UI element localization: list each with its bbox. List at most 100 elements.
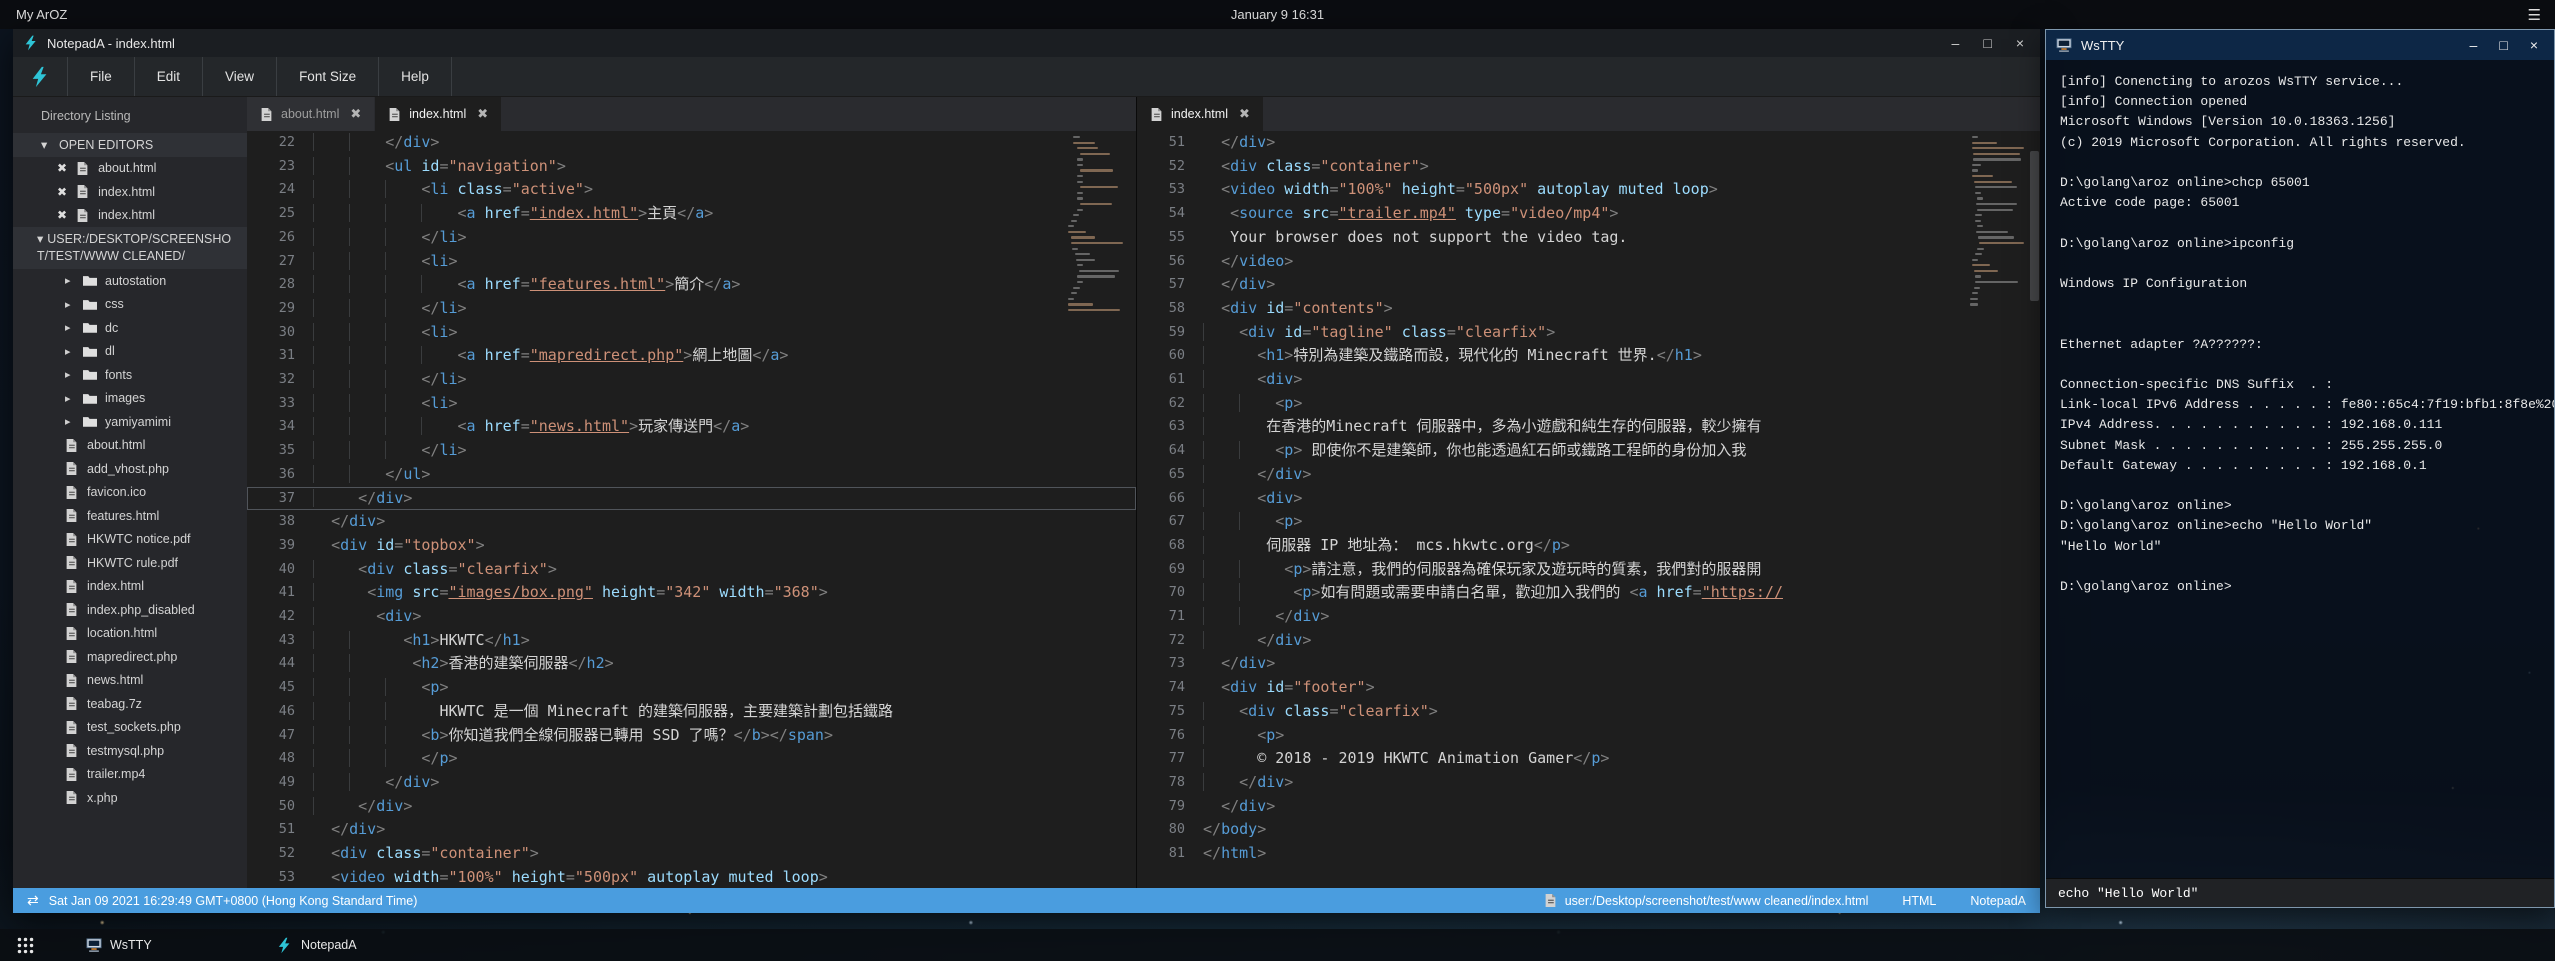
code-line: 29 </li> (247, 297, 1136, 321)
code-line: 71 </div> (1137, 605, 2040, 629)
folder-icon (83, 393, 97, 404)
terminal-line: Active code page: 65001 (2060, 193, 2554, 213)
notepada-titlebar[interactable]: NotepadA - index.html – □ × (13, 29, 2040, 57)
file-item[interactable]: news.html (13, 669, 247, 693)
folder-item[interactable]: ▸images (13, 387, 247, 411)
wstty-titlebar[interactable]: WsTTY – □ × (2046, 30, 2554, 60)
line-number: 53 (247, 866, 295, 888)
file-explorer-sidebar: Directory Listing ▾OPEN EDITORS✖about.ht… (13, 97, 247, 888)
terminal-line (2060, 355, 2554, 375)
file-item[interactable]: index.php_disabled (13, 598, 247, 622)
file-item[interactable]: features.html (13, 504, 247, 528)
taskbar: WsTTY NotepadA (0, 929, 2555, 961)
file-item[interactable]: test_sockets.php (13, 716, 247, 740)
code-line: 73 </div> (1137, 652, 2040, 676)
minimize-button[interactable]: – (1952, 35, 1960, 51)
file-icon (65, 649, 78, 664)
line-number: 69 (1137, 558, 1185, 582)
tab-about.html[interactable]: about.html✖ (247, 97, 374, 131)
line-number: 75 (1137, 700, 1185, 724)
chevron-right-icon: ▸ (65, 392, 75, 405)
open-editor-item[interactable]: ✖about.html (13, 157, 247, 181)
terminal-maximize-button[interactable]: □ (2499, 37, 2507, 53)
menu-font-size[interactable]: Font Size (277, 57, 379, 96)
folder-item[interactable]: ▸fonts (13, 363, 247, 387)
code-line: 66 <div> (1137, 487, 2040, 511)
sync-icon: ⇄ (27, 892, 39, 909)
tab-index.html[interactable]: index.html✖ (1137, 97, 1263, 131)
terminal-output[interactable]: [info] Conencting to arozos WsTTY servic… (2046, 60, 2554, 878)
close-icon[interactable]: ✖ (57, 161, 67, 175)
folder-item[interactable]: ▸dl (13, 340, 247, 364)
code-editor-right[interactable]: 51 </div>52 <div class="container">53 <v… (1137, 131, 2040, 888)
minimap[interactable] (1970, 136, 2028, 309)
code-line: 37 </div> (247, 487, 1136, 511)
notepada-icon (276, 937, 293, 954)
folder-item[interactable]: ▸autostation (13, 269, 247, 293)
section-open-editors[interactable]: ▾OPEN EDITORS (13, 133, 247, 157)
file-item[interactable]: location.html (13, 622, 247, 646)
terminal-input[interactable]: echo "Hello World" (2046, 878, 2554, 907)
close-icon[interactable]: ✖ (57, 208, 67, 222)
terminal-close-button[interactable]: × (2530, 37, 2538, 53)
code-line: 72 </div> (1137, 629, 2040, 653)
terminal-minimize-button[interactable]: – (2470, 37, 2478, 53)
terminal-line: Subnet Mask . . . . . . . . . . . : 255.… (2060, 436, 2554, 456)
folder-icon (83, 369, 97, 380)
file-item[interactable]: mapredirect.php (13, 645, 247, 669)
code-line: 28 <a href="features.html">簡介</a> (247, 273, 1136, 297)
line-number: 65 (1137, 463, 1185, 487)
open-editor-item[interactable]: ✖index.html (13, 180, 247, 204)
open-editor-item[interactable]: ✖index.html (13, 204, 247, 228)
hamburger-icon[interactable]: ☰ (2528, 6, 2541, 24)
chevron-right-icon: ▸ (65, 415, 75, 428)
code-editor-left[interactable]: 22 </div>23 <ul id="navigation">24 <li c… (247, 131, 1136, 888)
file-item[interactable]: about.html (13, 434, 247, 458)
file-icon (76, 184, 89, 199)
folder-item[interactable]: ▸yamiyamimi (13, 410, 247, 434)
taskbar-item-wstty[interactable]: WsTTY (86, 929, 152, 961)
folder-item[interactable]: ▸dc (13, 316, 247, 340)
line-number: 77 (1137, 747, 1185, 771)
line-number: 24 (247, 178, 295, 202)
line-number: 40 (247, 558, 295, 582)
file-item[interactable]: index.html (13, 575, 247, 599)
file-item[interactable]: HKWTC notice.pdf (13, 528, 247, 552)
file-item[interactable]: testmysql.php (13, 739, 247, 763)
file-item[interactable]: add_vhost.php (13, 457, 247, 481)
terminal-line: Windows IP Configuration (2060, 274, 2554, 294)
code-line: 54 <source src="trailer.mp4" type="video… (1137, 202, 2040, 226)
section-directory-root[interactable]: ▾USER:/DESKTOP/SCREENSHOT/TEST/WWW CLEAN… (13, 227, 247, 269)
menu-help[interactable]: Help (379, 57, 452, 96)
close-icon[interactable]: ✖ (350, 106, 361, 122)
close-icon[interactable]: ✖ (477, 106, 488, 122)
terminal-line (2060, 557, 2554, 577)
file-item[interactable]: trailer.mp4 (13, 763, 247, 787)
line-number: 44 (247, 652, 295, 676)
close-button[interactable]: × (2016, 35, 2024, 51)
menu-file[interactable]: File (68, 57, 135, 96)
close-icon[interactable]: ✖ (1239, 106, 1250, 122)
close-icon[interactable]: ✖ (57, 185, 67, 199)
file-item[interactable]: favicon.ico (13, 481, 247, 505)
tabs-left: about.html✖index.html✖ (247, 97, 1136, 131)
file-item[interactable]: x.php (13, 786, 247, 810)
app-logo-icon[interactable] (13, 57, 68, 96)
app-grid-icon[interactable] (16, 936, 35, 955)
line-number: 33 (247, 392, 295, 416)
minimap[interactable] (1066, 136, 1124, 315)
code-line: 80</body> (1137, 818, 2040, 842)
line-number: 81 (1137, 842, 1185, 866)
taskbar-item-notepada[interactable]: NotepadA (276, 929, 357, 961)
tab-index.html[interactable]: index.html✖ (375, 97, 501, 131)
menu-view[interactable]: View (203, 57, 277, 96)
file-item[interactable]: HKWTC rule.pdf (13, 551, 247, 575)
menu-edit[interactable]: Edit (135, 57, 203, 96)
terminal-icon (86, 938, 102, 953)
maximize-button[interactable]: □ (1983, 35, 1991, 51)
chevron-right-icon: ▸ (65, 321, 75, 334)
folder-item[interactable]: ▸css (13, 293, 247, 317)
file-item[interactable]: teabag.7z (13, 692, 247, 716)
code-line: 25 <a href="index.html">主頁</a> (247, 202, 1136, 226)
scrollbar-thumb[interactable] (2030, 151, 2039, 301)
